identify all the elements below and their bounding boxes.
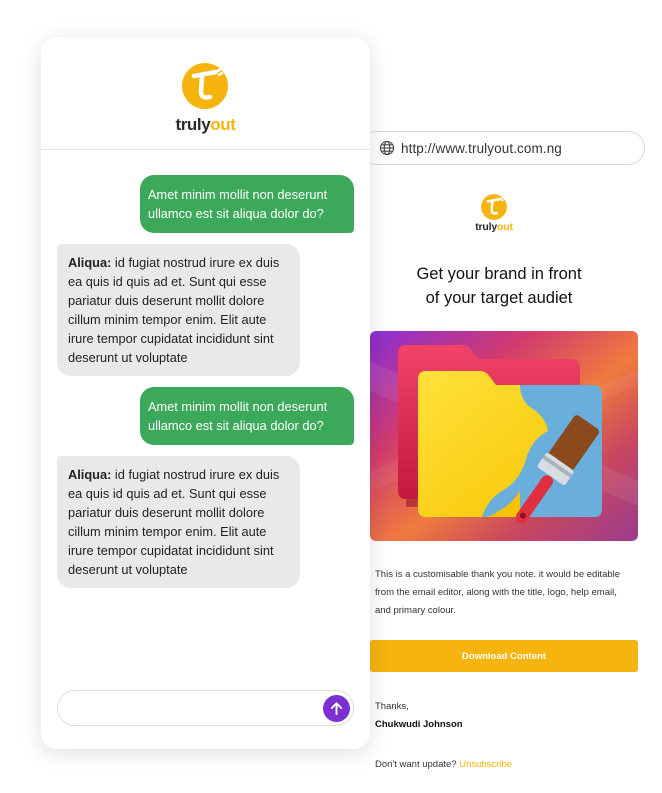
email-body-text: This is a customisable thank you note. i…	[375, 569, 621, 616]
message-text: id fugiat nostrud irure ex duis ea quis …	[68, 467, 280, 577]
message-incoming: Aliqua: id fugiat nostrud irure ex duis …	[57, 456, 300, 588]
arrow-up-icon	[330, 702, 343, 716]
email-brand-wordmark: trulyout	[475, 221, 513, 233]
message-text: id fugiat nostrud irure ex duis ea quis …	[68, 255, 280, 365]
email-signoff: Thanks, Chukwudi Johnson	[375, 698, 463, 734]
chat-brand-wordmark: trulyout	[175, 115, 236, 134]
email-logo: trulyout	[474, 193, 514, 233]
globe-icon	[379, 140, 395, 156]
message-outgoing: Amet minim mollit non deserunt ullamco e…	[140, 175, 354, 233]
hero-image	[370, 331, 638, 541]
footer-text: Don't want update?	[375, 759, 460, 770]
message-incoming: Aliqua: id fugiat nostrud irure ex duis …	[57, 244, 300, 376]
unsubscribe-link[interactable]: Unsubscribe	[459, 759, 512, 770]
message-composer	[57, 690, 354, 726]
trulyout-logo-icon	[481, 194, 507, 220]
email-preview: http://www.trulyout.com.ng trulyout Get …	[340, 0, 662, 793]
message-sender: Aliqua:	[68, 467, 112, 482]
message-sender: Aliqua:	[68, 255, 112, 270]
url-text: http://www.trulyout.com.ng	[401, 140, 562, 156]
download-content-button[interactable]: Download Content	[370, 640, 638, 672]
thanks-text: Thanks,	[375, 701, 409, 712]
chat-widget: trulyout Amet minim mollit non deserunt …	[41, 37, 370, 749]
message-outgoing: Amet minim mollit non deserunt ullamco e…	[140, 387, 354, 445]
email-headline: Get your brand in front of your target a…	[416, 265, 582, 307]
signature-name: Chukwudi Johnson	[375, 719, 463, 730]
message-input[interactable]	[72, 697, 316, 721]
chat-header: trulyout	[41, 37, 370, 150]
url-bar[interactable]: http://www.trulyout.com.ng	[360, 131, 645, 165]
send-button[interactable]	[323, 695, 350, 722]
trulyout-logo-icon	[182, 63, 228, 109]
email-footer: Don't want update? Unsubscribe	[375, 759, 512, 770]
